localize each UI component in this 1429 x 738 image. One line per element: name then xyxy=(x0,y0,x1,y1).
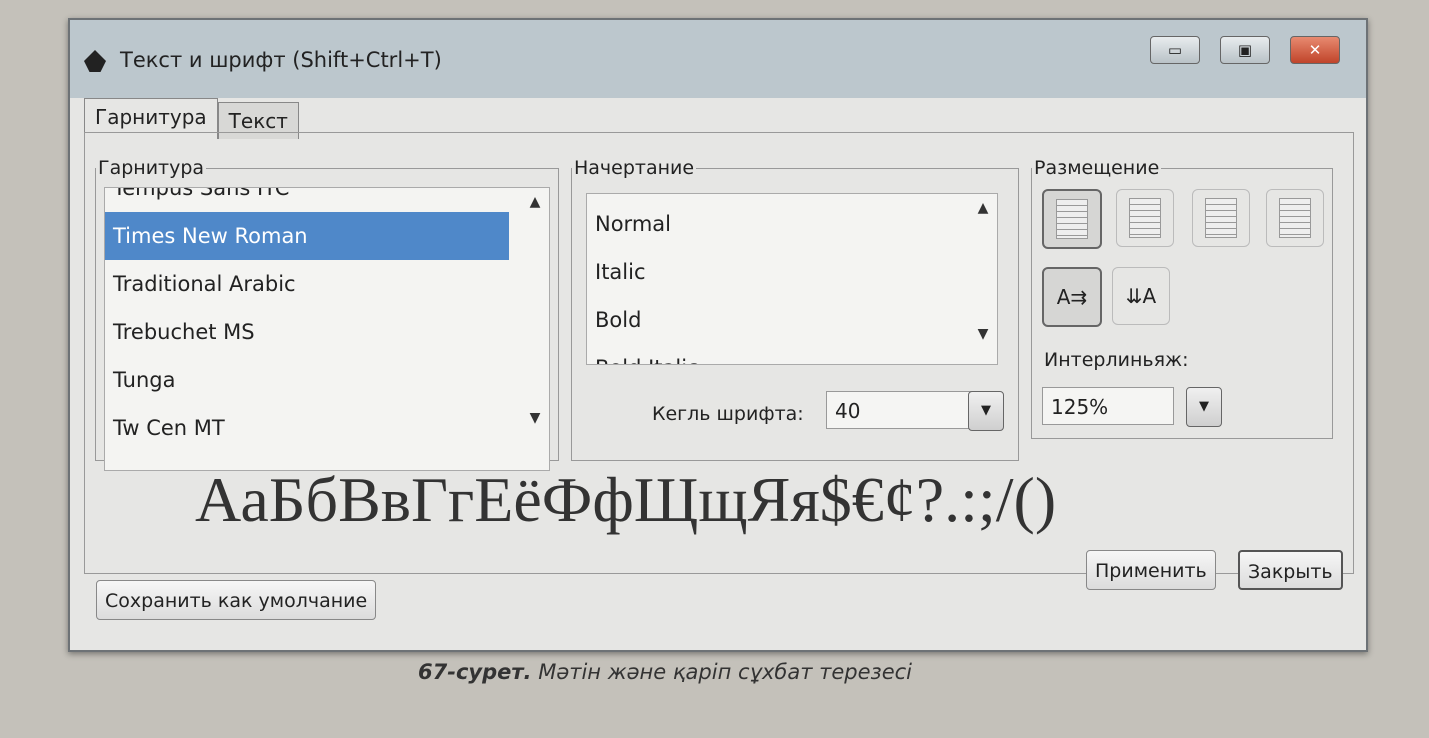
list-item[interactable]: Bold Italic xyxy=(587,344,997,364)
list-item[interactable]: Normal xyxy=(587,200,997,248)
list-item[interactable]: Italic xyxy=(587,248,997,296)
font-family-list[interactable]: Tempus Sans ITC Times New Roman Traditio… xyxy=(104,187,550,471)
window-title: Текст и шрифт (Shift+Ctrl+T) xyxy=(120,48,442,72)
align-right-icon[interactable] xyxy=(1192,189,1250,247)
style-legend: Начертание xyxy=(574,157,695,179)
font-family-legend: Гарнитура xyxy=(98,157,205,179)
layout-legend: Размещение xyxy=(1034,157,1160,179)
list-item[interactable]: Tw Cen MT xyxy=(105,404,549,452)
minimize-button[interactable]: ▭ xyxy=(1150,36,1200,64)
list-item[interactable]: Tunga xyxy=(105,356,549,404)
scrollbar[interactable]: ▲ ▼ xyxy=(969,194,997,364)
tab-panel: Гарнитура Tempus Sans ITC Times New Roma… xyxy=(84,132,1354,574)
font-size-input[interactable]: 40 xyxy=(826,391,976,429)
close-window-button[interactable]: ✕ xyxy=(1290,36,1340,64)
inkscape-app-icon xyxy=(84,50,106,72)
font-family-group: Гарнитура Tempus Sans ITC Times New Roma… xyxy=(95,157,559,471)
text-font-dialog: Текст и шрифт (Shift+Ctrl+T) ▭ ▣ ✕ Гарни… xyxy=(68,18,1368,652)
font-size-label: Кегль шрифта: xyxy=(652,403,804,425)
line-spacing-label: Интерлиньяж: xyxy=(1044,349,1189,371)
scrollbar[interactable]: ▲ ▼ xyxy=(521,188,549,470)
maximize-button[interactable]: ▣ xyxy=(1220,36,1270,64)
line-spacing-input[interactable]: 125% xyxy=(1042,387,1174,425)
caption-text: Мәтін және қаріп сұхбат терезесі xyxy=(538,660,912,684)
list-item[interactable]: Trebuchet MS xyxy=(105,308,549,356)
save-default-button[interactable]: Сохранить как умолчание xyxy=(96,580,377,620)
font-size-dropdown-button[interactable]: ▼ xyxy=(968,391,1004,431)
list-item-selected[interactable]: Times New Roman xyxy=(105,212,509,260)
style-list[interactable]: Normal Italic Bold Bold Italic ▲▼ xyxy=(586,193,998,365)
line-spacing-dropdown-button[interactable]: ▼ xyxy=(1186,387,1222,427)
close-button[interactable]: Закрыть xyxy=(1238,550,1343,590)
font-preview: АаБбВвГгЕёФфЩщЯя$€¢?.:;/() xyxy=(195,464,1057,535)
apply-button[interactable]: Применить xyxy=(1086,550,1216,590)
horizontal-text-icon[interactable]: A⇉ xyxy=(1042,267,1102,327)
align-center-icon[interactable] xyxy=(1116,189,1174,247)
list-item[interactable]: Bold xyxy=(587,296,997,344)
style-group: Начертание Normal Italic Bold Bold Itali… xyxy=(571,157,1019,461)
align-left-icon[interactable] xyxy=(1042,189,1102,249)
align-justify-icon[interactable] xyxy=(1266,189,1324,247)
list-item[interactable]: Tempus Sans ITC xyxy=(105,188,549,212)
caption-number: 67-сурет. xyxy=(418,660,532,684)
vertical-text-icon[interactable]: ⇊A xyxy=(1112,267,1170,325)
figure-caption: 67-сурет. Мәтін және қаріп сұхбат терезе… xyxy=(418,660,912,684)
title-bar: Текст и шрифт (Shift+Ctrl+T) ▭ ▣ ✕ xyxy=(70,20,1366,98)
list-item[interactable]: Traditional Arabic xyxy=(105,260,549,308)
layout-group: Размещение A⇉ ⇊A Интерлиньяж: 125% ▼ xyxy=(1031,157,1333,439)
